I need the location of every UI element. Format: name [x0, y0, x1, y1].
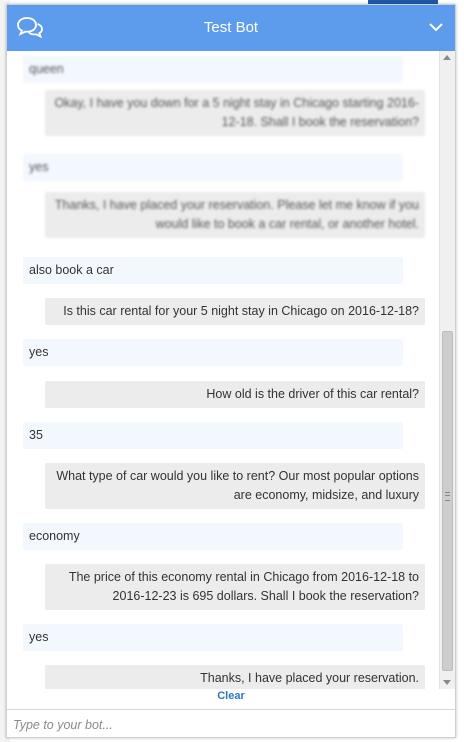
- bot-message: Okay, I have you down for a 5 night stay…: [45, 90, 425, 136]
- user-message: also book a car: [23, 257, 403, 284]
- user-message: economy: [23, 523, 403, 550]
- bot-message: Thanks, I have placed your reservation. …: [45, 192, 425, 238]
- grip-icon: [445, 492, 450, 501]
- bot-message: Thanks, I have placed your reservation.: [45, 665, 425, 689]
- scroll-down-arrow-icon[interactable]: [443, 680, 451, 685]
- chat-title: Test Bot: [203, 19, 259, 36]
- scrollbar-thumb[interactable]: [442, 331, 453, 671]
- user-message: 35: [23, 422, 403, 449]
- bot-message: What type of car would you like to rent?…: [45, 463, 425, 509]
- user-message: yes: [23, 624, 403, 651]
- chat-window: Test Bot queen Okay, I have you down for…: [6, 4, 456, 738]
- user-message: yes: [23, 339, 403, 366]
- chat-header[interactable]: Test Bot: [7, 5, 455, 51]
- bot-message-input[interactable]: [11, 713, 453, 737]
- bot-message: How old is the driver of this car rental…: [45, 381, 425, 408]
- bot-message: The price of this economy rental in Chic…: [45, 564, 425, 610]
- user-message: yes: [23, 154, 403, 181]
- scroll-up-arrow-icon[interactable]: [443, 55, 451, 60]
- clear-button[interactable]: Clear: [7, 690, 455, 702]
- message-list[interactable]: queen Okay, I have you down for a 5 nigh…: [7, 51, 455, 689]
- bot-message: Is this car rental for your 5 night stay…: [45, 298, 425, 325]
- user-message: queen: [23, 56, 403, 83]
- input-area: [7, 709, 455, 737]
- chevron-down-icon[interactable]: [429, 22, 443, 32]
- message-scrollbar[interactable]: [439, 51, 455, 689]
